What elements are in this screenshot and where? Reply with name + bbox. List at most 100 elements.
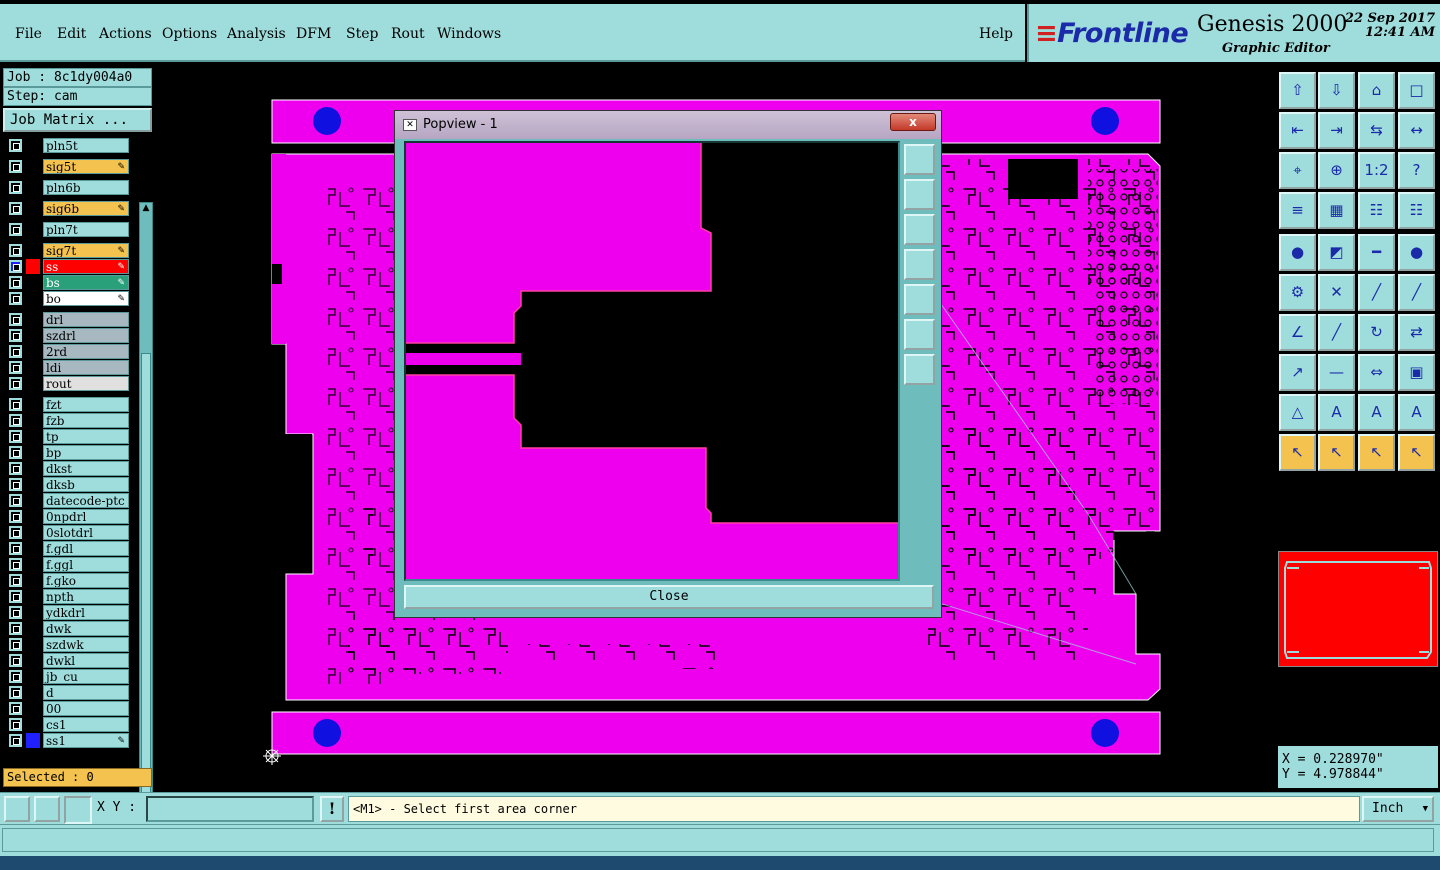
layer-row[interactable]: drl	[6, 312, 130, 327]
layer-name[interactable]: jb_cu	[43, 669, 129, 684]
layer-checkbox[interactable]	[9, 377, 22, 390]
text-b-icon[interactable]: A	[1358, 394, 1395, 431]
layer-row[interactable]: ss ✎	[6, 259, 130, 274]
ruler-icon[interactable]: ━	[1358, 234, 1395, 271]
menu-actions[interactable]: Actions	[99, 26, 152, 42]
layer-checkbox[interactable]	[9, 670, 22, 683]
layer-row[interactable]: bs ✎	[6, 275, 130, 290]
menu-options[interactable]: Options	[162, 26, 217, 42]
layer-color-swatch[interactable]	[26, 397, 40, 412]
layer-row[interactable]: pln6b	[6, 180, 130, 195]
layer-color-swatch[interactable]	[26, 413, 40, 428]
layer-checkbox[interactable]	[9, 313, 22, 326]
layer-row[interactable]: datecode-ptc	[6, 493, 130, 508]
layer-checkbox[interactable]	[9, 361, 22, 374]
pan-up-icon[interactable]	[904, 179, 935, 210]
popview-zoom-view[interactable]	[404, 141, 900, 581]
zoom-fit-icon[interactable]: ⇆	[1358, 112, 1395, 149]
layer-row[interactable]: sig7t ✎	[6, 243, 130, 258]
popview-titlebar[interactable]: ✕ Popview - 1	[395, 111, 941, 139]
layer-checkbox[interactable]	[9, 160, 22, 173]
layer-color-swatch[interactable]	[26, 312, 40, 327]
menu-rout[interactable]: Rout	[391, 26, 425, 42]
layer-row[interactable]: fzt	[6, 397, 130, 412]
layer-color-swatch[interactable]	[26, 701, 40, 716]
layer-row[interactable]: dksb	[6, 477, 130, 492]
layer-row[interactable]: bp	[6, 445, 130, 460]
layer-color-swatch[interactable]	[26, 461, 40, 476]
line-add-icon[interactable]: ╱	[1398, 274, 1435, 311]
layer-name[interactable]: dksb	[43, 477, 129, 492]
delete-icon[interactable]: ✕	[1318, 274, 1355, 311]
line-icon[interactable]: ╱	[1358, 274, 1395, 311]
close-button[interactable]: Close	[404, 585, 934, 609]
text-a-icon[interactable]: A	[1318, 394, 1355, 431]
layer-checkbox[interactable]	[9, 702, 22, 715]
layer-row[interactable]: 2rd	[6, 344, 130, 359]
layer-name[interactable]: f.ggl	[43, 557, 129, 572]
layer-checkbox[interactable]	[9, 542, 22, 555]
layers-a-icon[interactable]: ☷	[1358, 192, 1395, 229]
pad-icon[interactable]: ●	[1279, 234, 1316, 271]
job-matrix-button[interactable]: Job Matrix ...	[3, 108, 152, 132]
layer-row[interactable]: 0slotdrl	[6, 525, 130, 540]
layer-name[interactable]: 0slotdrl	[43, 525, 129, 540]
layer-checkbox[interactable]	[9, 446, 22, 459]
layer-name[interactable]: dwkl	[43, 653, 129, 668]
layer-checkbox[interactable]	[9, 181, 22, 194]
layer-color-swatch[interactable]	[26, 509, 40, 524]
measure-icon[interactable]	[34, 796, 60, 822]
layer-color-swatch[interactable]	[26, 243, 40, 258]
layer-checkbox[interactable]	[9, 345, 22, 358]
layer-color-swatch[interactable]	[26, 360, 40, 375]
layer-name[interactable]: 2rd	[43, 344, 129, 359]
pan-down-icon[interactable]	[904, 214, 935, 245]
menu-file[interactable]: File	[15, 26, 42, 42]
layer-name[interactable]: fzt	[43, 397, 129, 412]
window-icon[interactable]: □	[1398, 72, 1435, 109]
fill-icon[interactable]: ◩	[1318, 234, 1355, 271]
layer-row[interactable]: dwkl	[6, 653, 130, 668]
layer-name[interactable]: ss1 ✎	[43, 733, 129, 748]
layer-checkbox[interactable]	[9, 462, 22, 475]
layer-color-swatch[interactable]	[26, 477, 40, 492]
layer-row[interactable]: d	[6, 685, 130, 700]
layer-name[interactable]: ydkdrl	[43, 605, 129, 620]
layer-checkbox[interactable]	[9, 223, 22, 236]
layer-color-swatch[interactable]	[26, 525, 40, 540]
redraw-icon[interactable]: ↔	[1398, 112, 1435, 149]
move-icon[interactable]: ↗	[1279, 354, 1316, 391]
layer-color-swatch[interactable]	[26, 201, 40, 216]
alert-icon[interactable]: !	[320, 796, 344, 822]
layer-name[interactable]: npth	[43, 589, 129, 604]
layer-color-swatch[interactable]	[26, 291, 40, 306]
layer-row[interactable]: ydkdrl	[6, 605, 130, 620]
layer-checkbox[interactable]	[9, 558, 22, 571]
layer-name[interactable]: d	[43, 685, 129, 700]
layer-checkbox[interactable]	[9, 292, 22, 305]
scroll-up-icon[interactable]: ▲	[141, 203, 151, 215]
board-minimap[interactable]	[1278, 551, 1438, 667]
menu-dfm[interactable]: DFM	[296, 26, 331, 42]
circle-icon[interactable]: ●	[1398, 234, 1435, 271]
menu-edit[interactable]: Edit	[57, 26, 86, 42]
layer-name[interactable]: tp	[43, 429, 129, 444]
layer-row[interactable]: rout	[6, 376, 130, 391]
layer-name[interactable]: szdwk	[43, 637, 129, 652]
connect-icon[interactable]: ⚙	[1279, 274, 1316, 311]
layer-row[interactable]: npth	[6, 589, 130, 604]
pan-right-icon[interactable]	[904, 284, 935, 315]
zoom-area-icon[interactable]: ⌖	[1279, 152, 1316, 189]
layer-color-swatch[interactable]	[26, 445, 40, 460]
select-icon[interactable]: ↖	[1318, 434, 1355, 471]
layer-checkbox[interactable]	[9, 606, 22, 619]
layer-name[interactable]: sig6b ✎	[43, 201, 129, 216]
layer-checkbox[interactable]	[9, 734, 22, 747]
layer-name[interactable]: 0npdrl	[43, 509, 129, 524]
grid-icon[interactable]: ▦	[1318, 192, 1355, 229]
layer-color-swatch[interactable]	[26, 275, 40, 290]
layer-color-swatch[interactable]	[26, 669, 40, 684]
layer-name[interactable]: ldi	[43, 360, 129, 375]
layer-color-swatch[interactable]	[26, 685, 40, 700]
home-icon[interactable]: ⌂	[1358, 72, 1395, 109]
